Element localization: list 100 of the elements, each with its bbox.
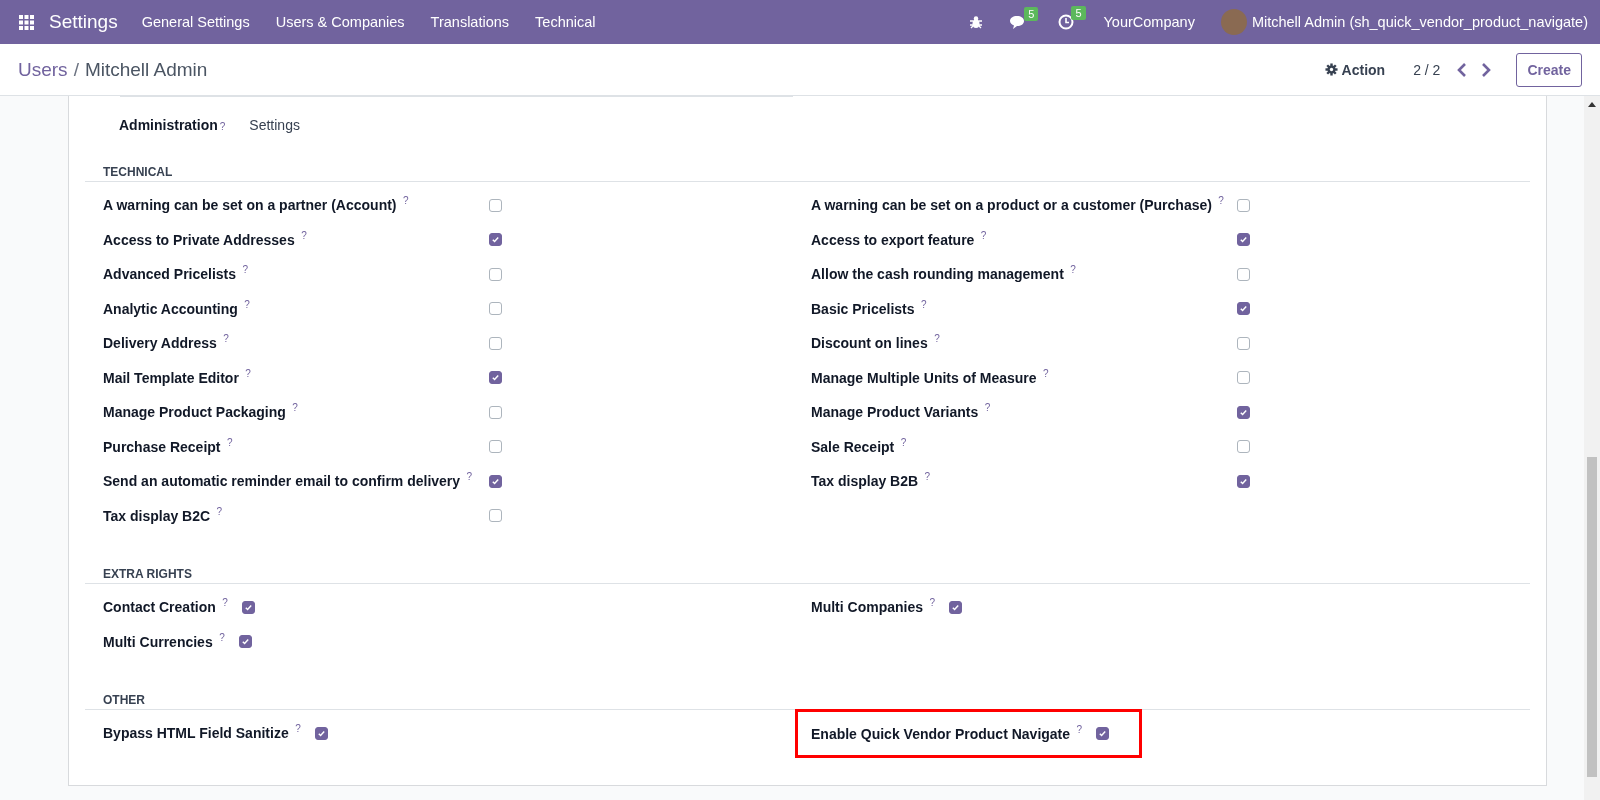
help-tooltip-mark[interactable]: ? [984, 402, 991, 414]
checkbox[interactable] [1096, 727, 1110, 740]
field-label: Contact Creation [103, 599, 216, 616]
checkbox[interactable] [1237, 336, 1250, 350]
checkbox[interactable] [1237, 302, 1250, 316]
help-tooltip-mark[interactable]: ? [219, 631, 225, 643]
menu-item[interactable]: Translations [430, 14, 510, 30]
gear-icon [1324, 63, 1338, 76]
checkbox[interactable] [489, 302, 502, 316]
check-icon [491, 235, 500, 245]
field-label: Administration [119, 117, 218, 133]
help-tooltip-mark[interactable]: ? [216, 505, 223, 517]
field-label: Analytic Accounting [103, 300, 238, 317]
checkbox[interactable] [1237, 474, 1250, 488]
help-tooltip-mark[interactable]: ? [1070, 264, 1076, 276]
next-icon[interactable] [1481, 62, 1492, 77]
checkbox[interactable] [489, 371, 502, 385]
checkbox[interactable] [238, 635, 252, 649]
help-tooltip-mark[interactable]: ? [900, 436, 907, 448]
field-label: Basic Pricelists [811, 300, 915, 317]
checkbox[interactable] [489, 198, 502, 212]
checkbox[interactable] [314, 726, 328, 740]
help-tooltip-mark[interactable]: ? [244, 298, 250, 310]
help-tooltip-mark[interactable]: ? [226, 436, 233, 448]
field-label: Manage Product Packaging [103, 404, 286, 421]
clock-icon[interactable] [1058, 14, 1075, 30]
checkbox[interactable] [489, 474, 502, 488]
field-label: Delivery Address [103, 335, 217, 352]
check-icon [1239, 235, 1248, 245]
checkbox[interactable] [489, 405, 502, 419]
checkbox[interactable] [1237, 405, 1250, 419]
checkbox[interactable] [1237, 267, 1250, 281]
check-icon [491, 373, 500, 383]
help-tooltip-mark[interactable]: ? [242, 264, 249, 276]
help-tooltip-mark[interactable]: ? [245, 367, 251, 379]
checkbox[interactable] [489, 336, 502, 350]
checkbox[interactable] [241, 600, 255, 614]
app-grid-icon[interactable] [19, 14, 34, 30]
check-icon [316, 728, 326, 738]
checkbox[interactable] [949, 600, 963, 614]
help-tooltip-mark[interactable]: ? [924, 471, 931, 483]
company-switcher[interactable]: YourCompany [1103, 14, 1195, 30]
field-label: Discount on lines [811, 335, 928, 352]
check-icon [243, 602, 253, 612]
help-tooltip-mark[interactable]: ? [980, 229, 987, 241]
bug-icon[interactable] [969, 15, 984, 29]
help-tooltip-mark[interactable]: ? [292, 402, 298, 414]
breadcrumb-link[interactable]: Users [18, 58, 68, 81]
scroll-up-icon[interactable] [1588, 102, 1596, 107]
app-name[interactable]: Settings [49, 11, 118, 33]
check-icon [1098, 729, 1108, 738]
field-label: Mail Template Editor [103, 369, 239, 386]
help-tooltip-mark[interactable]: ? [222, 597, 228, 609]
field-label: Allow the cash rounding management [811, 266, 1064, 283]
field-label: Multi Companies [811, 599, 923, 616]
check-icon [1239, 304, 1248, 314]
checkbox[interactable] [489, 440, 502, 454]
help-tooltip-mark[interactable]: ? [929, 597, 936, 609]
section-heading: TECHNICAL [85, 151, 1530, 182]
help-tooltip-mark[interactable]: ? [1076, 723, 1083, 735]
check-icon [1239, 476, 1248, 486]
help-tooltip-mark[interactable]: ? [301, 229, 307, 241]
checkbox[interactable] [1237, 440, 1250, 454]
field-label: Manage Multiple Units of Measure [811, 369, 1037, 386]
menu-item[interactable]: Users & Companies [275, 14, 405, 30]
previous-icon[interactable] [1457, 62, 1468, 77]
help-tooltip-mark[interactable]: ? [1043, 367, 1049, 379]
create-button[interactable]: Create [1516, 52, 1582, 87]
scrollbar-thumb[interactable] [1587, 457, 1597, 777]
field-label: Advanced Pricelists [103, 266, 237, 283]
checkbox[interactable] [489, 233, 502, 247]
help-tooltip-mark[interactable]: ? [1218, 195, 1224, 207]
section-heading: EXTRA RIGHTS [85, 553, 1530, 584]
field-label: Purchase Receipt [103, 438, 221, 455]
help-tooltip-mark[interactable]: ? [403, 195, 409, 207]
check-icon [1239, 407, 1248, 417]
checkbox[interactable] [1237, 233, 1250, 247]
checkbox[interactable] [489, 509, 502, 523]
checkbox[interactable] [489, 267, 502, 281]
menu-item[interactable]: Technical [535, 14, 596, 30]
field-label: Tax display B2C [103, 507, 211, 524]
field-value[interactable]: Settings [249, 117, 300, 133]
field-label: Access to Private Addresses [103, 231, 295, 248]
help-tooltip-mark[interactable]: ? [920, 298, 927, 310]
help-tooltip-mark[interactable]: ? [295, 723, 301, 735]
action-menu-button[interactable]: Action [1320, 57, 1390, 82]
help-tooltip-mark[interactable]: ? [219, 122, 226, 132]
help-tooltip-mark[interactable]: ? [934, 333, 940, 345]
scrollbar[interactable] [1584, 96, 1600, 800]
field-label: Enable Quick Vendor Product Navigate [811, 725, 1071, 742]
field-label: Multi Currencies [103, 633, 213, 650]
check-icon [491, 476, 500, 486]
pager-value: 2 / 2 [1413, 61, 1441, 78]
help-tooltip-mark[interactable]: ? [466, 471, 473, 483]
field-label: Send an automatic reminder email to confirm delivery [103, 473, 461, 490]
checkbox[interactable] [1237, 198, 1250, 212]
user-menu[interactable]: Mitchell Admin (sh_quick_vendor_product_navigate) [1251, 14, 1588, 30]
help-tooltip-mark[interactable]: ? [223, 333, 229, 345]
menu-item[interactable]: General Settings [141, 14, 250, 30]
checkbox[interactable] [1237, 371, 1250, 385]
